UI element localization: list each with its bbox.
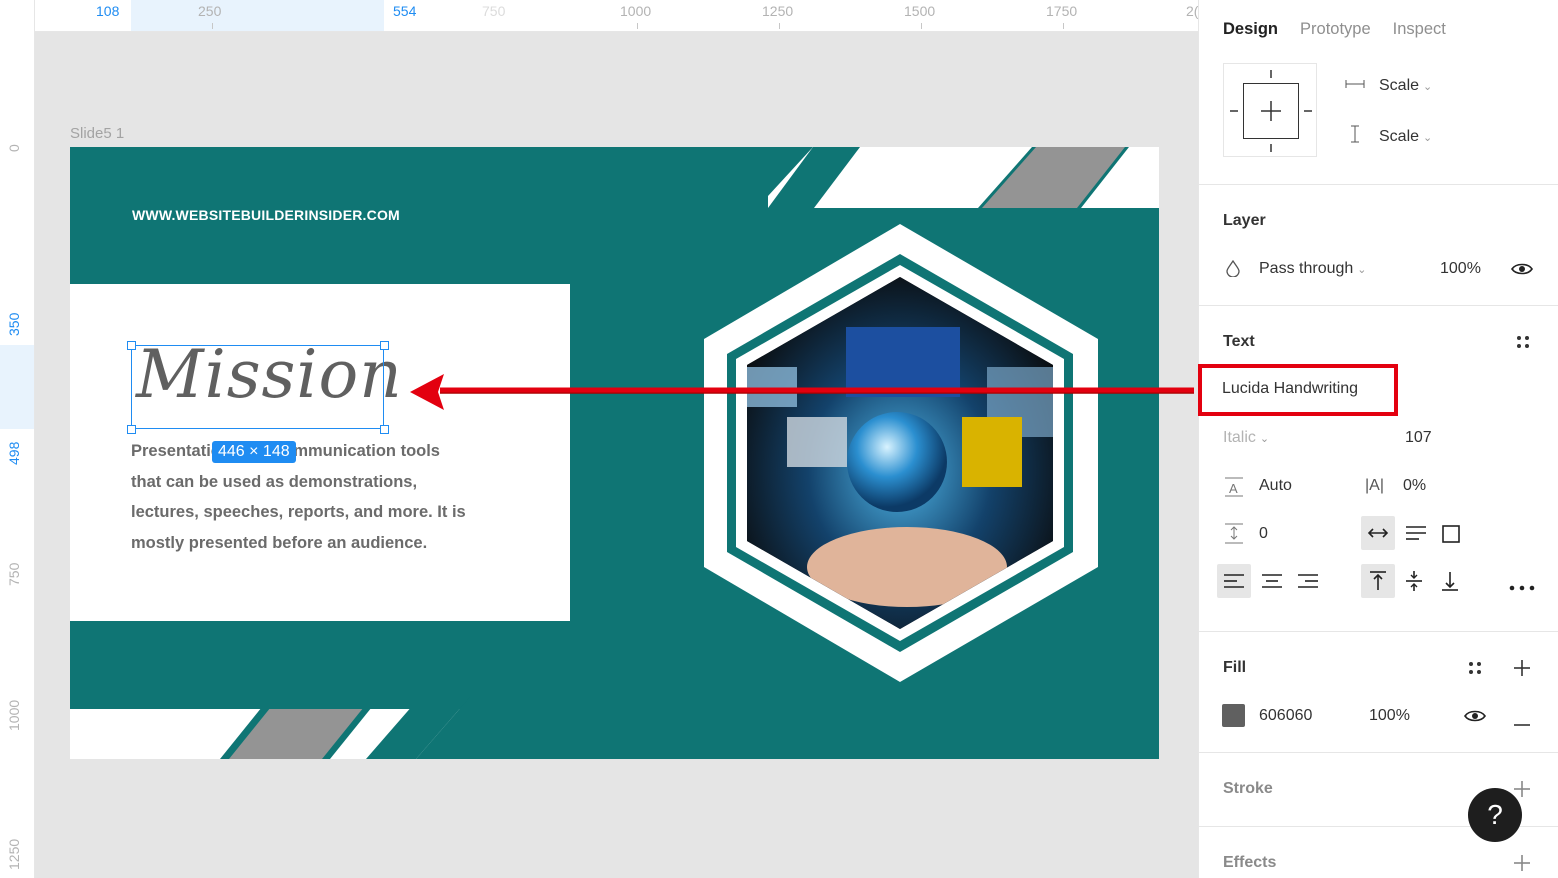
ruler-label: 1250: [762, 3, 794, 19]
site-url: WWW.WEBSITEBUILDERINSIDER.COM: [132, 207, 400, 223]
chevron-down-icon: ⌄: [1423, 81, 1433, 93]
align-top-icon[interactable]: [1369, 570, 1387, 597]
divider: [1199, 305, 1558, 306]
fill-opacity-input[interactable]: 100%: [1369, 707, 1410, 725]
ruler-label: 0: [6, 144, 22, 152]
ruler-corner: [0, 0, 35, 31]
properties-panel: Design Prototype Inspect Scale ⌄ Scale ⌄ L…: [1198, 0, 1558, 878]
align-center-icon[interactable]: [1261, 573, 1283, 594]
fixed-size-icon[interactable]: [1441, 524, 1461, 549]
layer-opacity-input[interactable]: 100%: [1440, 260, 1481, 278]
vertical-constraint-icon: [1345, 125, 1365, 148]
chevron-down-icon: ⌄: [1259, 433, 1270, 445]
hexagon-image[interactable]: [747, 277, 1053, 629]
chevron-down-icon: ⌄: [1357, 264, 1367, 276]
styles-grid-icon[interactable]: [1467, 660, 1483, 681]
font-style-value: Italic: [1223, 429, 1256, 446]
blend-mode-icon: [1225, 259, 1241, 282]
tab-prototype[interactable]: Prototype: [1300, 20, 1371, 39]
canvas[interactable]: 108 250 554 750 1000 1250 1500 1750 2( 0…: [0, 0, 1198, 878]
align-bottom-icon[interactable]: [1441, 570, 1459, 597]
ruler-selection-highlight: [131, 0, 384, 31]
help-button[interactable]: ?: [1468, 788, 1522, 842]
divider: [1199, 631, 1558, 632]
vertical-constraint-value: Scale: [1379, 127, 1420, 145]
blend-mode-dropdown[interactable]: Pass through ⌄: [1259, 260, 1367, 278]
font-size-input[interactable]: 107: [1405, 429, 1432, 447]
stroke-section-title: Stroke: [1223, 780, 1273, 797]
align-middle-icon[interactable]: [1405, 570, 1423, 597]
fill-section-title: Fill: [1223, 659, 1247, 676]
more-options-icon[interactable]: [1509, 578, 1535, 596]
constraint-lines-icon: [1230, 70, 1312, 152]
ruler-label: 498: [6, 441, 22, 465]
frame-label[interactable]: Slide5 1: [70, 125, 124, 142]
size-badge: 446 × 148: [212, 441, 296, 463]
ruler-label: 750: [6, 562, 22, 586]
letter-spacing-input[interactable]: 0%: [1403, 477, 1426, 495]
font-family-input[interactable]: Lucida Handwriting: [1222, 380, 1358, 398]
ruler-label: 108: [96, 3, 120, 19]
tab-inspect[interactable]: Inspect: [1393, 20, 1446, 39]
remove-fill-icon[interactable]: [1513, 714, 1531, 732]
vertical-ruler: 0 350 498 750 1000 1250: [0, 31, 35, 878]
panel-tabs: Design Prototype Inspect: [1223, 20, 1446, 39]
ruler-label: 350: [6, 312, 22, 336]
resize-handle[interactable]: [380, 341, 389, 350]
layer-section-title: Layer: [1223, 212, 1266, 229]
text-section-title: Text: [1223, 333, 1255, 350]
paragraph-spacing-icon: [1223, 522, 1245, 551]
ruler-label: 250: [198, 3, 222, 19]
selection-box[interactable]: [131, 345, 384, 429]
ruler-label: 1000: [6, 699, 22, 731]
add-effect-icon[interactable]: [1513, 854, 1531, 877]
divider: [1199, 184, 1558, 185]
ruler-label: 1500: [904, 3, 936, 19]
ruler-label: 1000: [620, 3, 652, 19]
align-left-icon[interactable]: [1223, 573, 1245, 594]
blend-mode-value: Pass through: [1259, 260, 1354, 277]
svg-text:A: A: [1229, 481, 1238, 496]
ruler-label: 750: [482, 3, 506, 19]
effects-section-title: Effects: [1223, 854, 1277, 871]
eye-icon[interactable]: [1464, 709, 1486, 728]
tab-design[interactable]: Design: [1223, 20, 1278, 39]
font-style-dropdown[interactable]: Italic ⌄: [1223, 429, 1269, 447]
add-fill-icon[interactable]: [1513, 659, 1531, 682]
auto-width-icon[interactable]: [1367, 524, 1389, 547]
horizontal-constraint-icon: [1345, 77, 1365, 95]
styles-grid-icon[interactable]: [1515, 334, 1531, 355]
eye-icon[interactable]: [1511, 262, 1533, 281]
horizontal-constraint[interactable]: Scale ⌄: [1345, 77, 1432, 95]
ruler-label: 1250: [6, 838, 22, 870]
horizontal-ruler: 108 250 554 750 1000 1250 1500 1750 2(: [0, 0, 1198, 32]
fill-color-swatch[interactable]: [1222, 704, 1245, 727]
paragraph-spacing-input[interactable]: 0: [1259, 525, 1268, 543]
ruler-selection-highlight: [0, 345, 34, 429]
resize-handle[interactable]: [127, 341, 136, 350]
ruler-label: 1750: [1046, 3, 1078, 19]
ruler-label: 2(: [1186, 3, 1198, 19]
auto-height-icon[interactable]: [1405, 524, 1427, 547]
resize-handle[interactable]: [380, 425, 389, 434]
line-height-input[interactable]: Auto: [1259, 477, 1292, 495]
align-right-icon[interactable]: [1297, 573, 1319, 594]
resize-handle[interactable]: [127, 425, 136, 434]
body-paragraph[interactable]: Presentations are communication tools th…: [131, 436, 471, 558]
constraints-widget[interactable]: [1223, 63, 1317, 157]
vertical-constraint[interactable]: Scale ⌄: [1345, 125, 1432, 148]
horizontal-constraint-value: Scale: [1379, 77, 1420, 94]
ruler-label: 554: [393, 3, 417, 19]
chevron-down-icon: ⌄: [1423, 131, 1433, 144]
fill-hex-input[interactable]: 606060: [1259, 707, 1312, 725]
line-height-icon: A: [1223, 476, 1245, 503]
letter-spacing-icon: |A|: [1365, 477, 1384, 494]
divider: [1199, 752, 1558, 753]
